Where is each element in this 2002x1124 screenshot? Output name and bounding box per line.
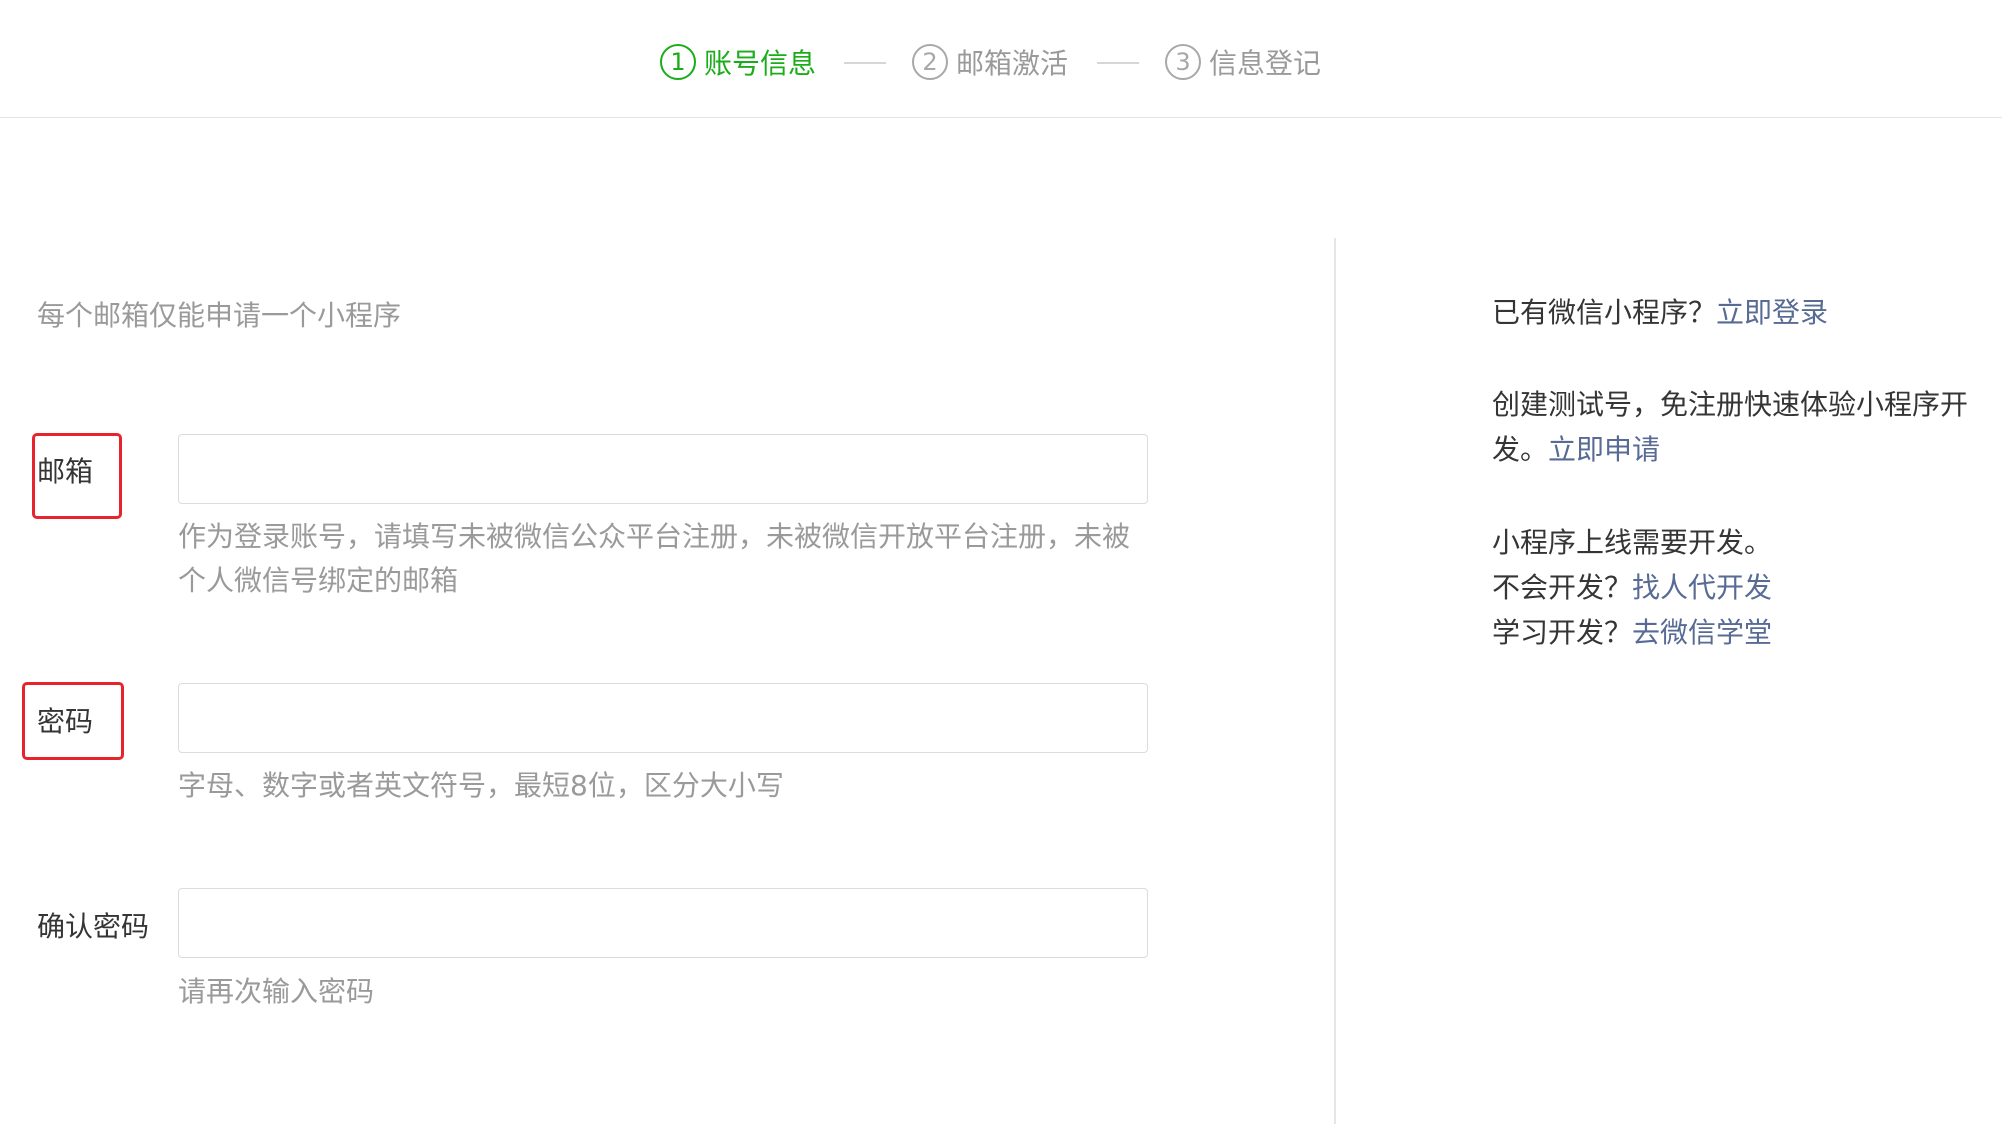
step-account-info: 1 账号信息 [660,42,816,82]
step-number-2: 2 [912,44,948,80]
password-tip: 字母、数字或者英文符号，最短8位，区分大小写 [178,769,784,802]
step-number-3: 3 [1165,44,1201,80]
confirm-password-input[interactable] [178,888,1148,958]
step-info-registration: 3 信息登记 [1165,42,1321,82]
step-separator [844,62,886,64]
learn-dev-row: 学习开发？去微信学堂 [1492,610,1982,655]
confirm-password-label: 确认密码 [37,910,150,943]
apply-link[interactable]: 立即申请 [1548,433,1660,466]
steps-bar: 1 账号信息 2 邮箱激活 3 信息登记 [0,0,2002,118]
email-tip: 作为登录账号，请填写未被微信公众平台注册，未被微信开放平台注册，未被个人微信号绑… [178,520,1131,597]
test-account-section: 创建测试号，免注册快速体验小程序开发。立即申请 [1492,382,1982,472]
email-input[interactable] [178,434,1148,504]
find-developer-link[interactable]: 找人代开发 [1632,571,1772,604]
register-page: 1 账号信息 2 邮箱激活 3 信息登记 每个邮箱仅能申请一个小程序 邮箱 作为… [0,0,2002,1124]
development-section: 小程序上线需要开发。 不会开发？找人代开发 学习开发？去微信学堂 [1492,520,1982,655]
learn-dev-text: 学习开发？ [1492,616,1633,649]
vertical-divider [1334,238,1336,1124]
wechat-school-link[interactable]: 去微信学堂 [1632,616,1772,649]
no-dev-text: 不会开发？ [1492,571,1633,604]
confirm-password-tip: 请再次输入密码 [178,975,375,1008]
step-label: 账号信息 [704,47,817,80]
email-label-highlight [32,433,122,519]
step-label: 邮箱激活 [956,47,1069,80]
step-email-activation: 2 邮箱激活 [912,42,1068,82]
dev-needed-text: 小程序上线需要开发。 [1492,526,1773,559]
step-number-1: 1 [660,44,696,80]
step-label: 信息登记 [1209,47,1322,80]
password-input[interactable] [178,683,1148,753]
existing-account-section: 已有微信小程序？立即登录 [1492,290,1982,335]
login-link[interactable]: 立即登录 [1716,296,1828,329]
find-developer-row: 不会开发？找人代开发 [1492,565,1982,610]
form-tip: 每个邮箱仅能申请一个小程序 [37,299,402,332]
have-account-text: 已有微信小程序？ [1492,296,1717,329]
password-label-highlight [22,682,124,760]
step-separator [1097,62,1139,64]
